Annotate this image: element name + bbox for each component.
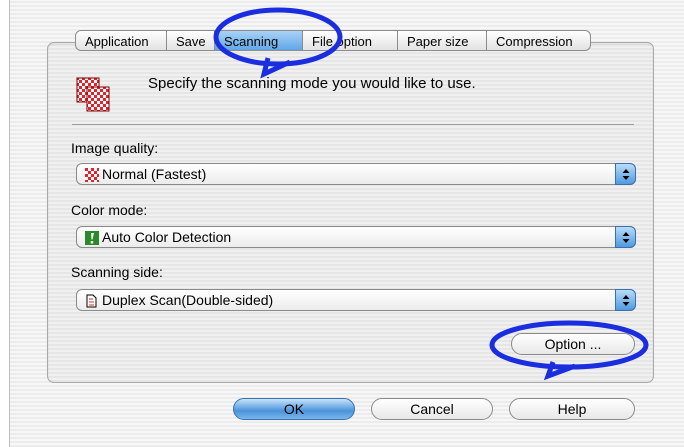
- option-highlight-circle: [489, 320, 649, 381]
- tab-highlight-circle: [213, 7, 343, 79]
- annotation-overlay: [213, 7, 649, 381]
